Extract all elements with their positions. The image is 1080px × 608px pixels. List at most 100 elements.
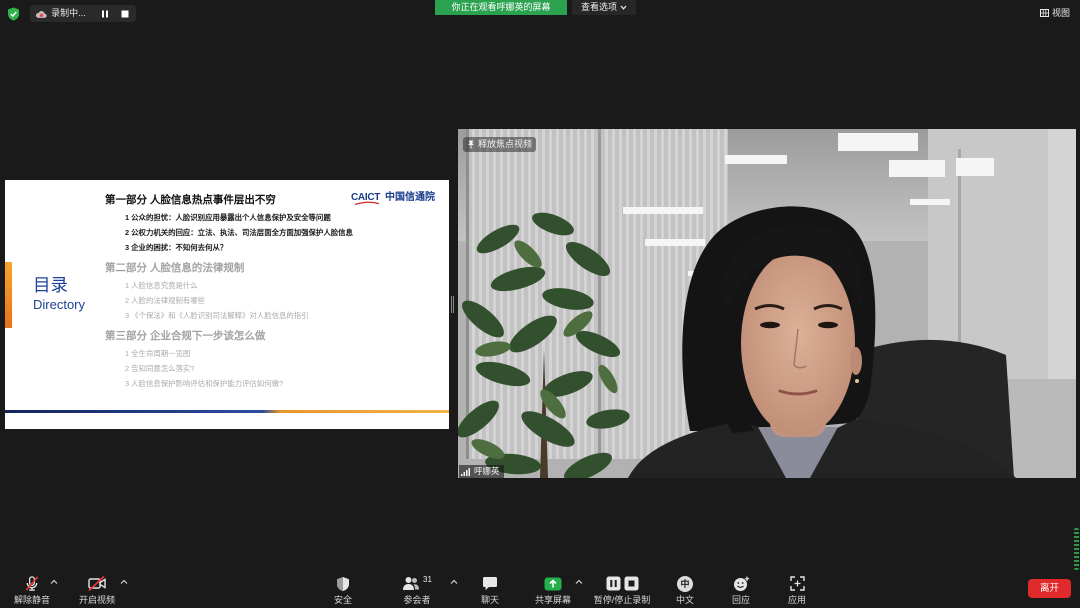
recording-label: 录制中... <box>51 8 86 18</box>
slide-section-item: 2 人脸的法律规制有哪些 <box>125 296 206 305</box>
slide-footer-stripe <box>5 410 449 413</box>
participant-video-feed <box>458 129 1076 478</box>
view-options-label: 查看选项 <box>580 2 617 12</box>
slide-accent-bar <box>5 262 12 328</box>
slide-section-item: 3 企业的困扰：不知何去何从？ <box>125 243 228 252</box>
security-icon-wrap <box>336 575 350 592</box>
slide-title-cn: 目录 <box>33 275 68 295</box>
splitter-line <box>451 296 452 313</box>
share-options-caret[interactable] <box>574 578 584 586</box>
language-icon-wrap: 中 <box>677 575 693 592</box>
participants-icon <box>403 577 420 590</box>
share-screen-label: 共享屏幕 <box>534 595 571 605</box>
chat-icon-wrap <box>482 575 498 592</box>
share-screen-button[interactable]: 共享屏幕 <box>528 568 578 608</box>
slide-section-item: 3 《个保法》和《人脸识别司法解释》对人脸信息的指引 <box>125 311 309 320</box>
participant-video-tile[interactable]: 释放焦点视频 呼娜英 <box>458 129 1076 478</box>
participants-label: 参会者 <box>403 595 431 605</box>
chevron-up-icon <box>120 579 128 584</box>
logo-name: 中国信通院 <box>385 192 435 203</box>
view-layout-button[interactable]: 视图 <box>1040 6 1070 20</box>
start-video-label: 开启视频 <box>78 595 115 605</box>
chevron-up-icon <box>50 579 58 584</box>
viewing-banner-text: 你正在观看呼娜英的屏幕 <box>451 2 551 12</box>
chat-bubble-icon <box>483 577 497 590</box>
pause-icon <box>101 10 108 17</box>
slide-section-item: 1 人脸信息究竟是什么 <box>125 281 198 290</box>
slide-section-item: 1 全生命周期一览图 <box>125 349 191 358</box>
pause-recording-button[interactable] <box>99 7 111 21</box>
stop-record-icon <box>624 576 638 591</box>
chevron-up-icon <box>450 579 458 584</box>
grid-view-icon <box>1040 9 1049 17</box>
apps-icon <box>789 576 805 591</box>
release-focus-video-button[interactable]: 释放焦点视频 <box>463 137 537 152</box>
stop-recording-button[interactable] <box>119 7 131 21</box>
security-button[interactable]: 安全 <box>323 568 363 608</box>
slide-section-heading: 第一部分 人脸信息热点事件层出不穷 <box>105 194 276 206</box>
recording-indicator: 录制中... <box>30 5 136 22</box>
participants-button[interactable]: 31 参会者 <box>393 568 441 608</box>
slide-section-item: 2 公权力机关的回应：立法、执法、司法层面全方面加强保护人脸信息 <box>125 228 353 237</box>
reaction-emoji-icon <box>733 576 749 591</box>
unmute-button[interactable]: 解除静音 <box>10 568 54 608</box>
view-options-button[interactable]: 查看选项 <box>572 0 636 15</box>
language-label: 中文 <box>675 595 694 605</box>
slide-section-item: 3 人脸信息保护影响评估和保护能力评估如何做? <box>125 379 284 388</box>
slide-title-en: Directory <box>33 297 86 312</box>
focus-label-text: 释放焦点视频 <box>478 139 533 149</box>
security-label: 安全 <box>333 595 352 605</box>
signal-bars-icon <box>461 467 470 476</box>
pause-stop-recording-label: 暂停/停止录制 <box>593 595 651 605</box>
record-icon-wrap <box>606 575 639 592</box>
language-button[interactable]: 中 中文 <box>665 568 705 608</box>
panel-splitter-handle[interactable] <box>450 296 455 313</box>
video-icon-wrap <box>87 575 107 592</box>
reactions-label: 回应 <box>731 595 750 605</box>
reactions-button[interactable]: 回应 <box>721 568 761 608</box>
participant-name-label: 呼娜英 <box>459 465 504 478</box>
apps-button[interactable]: 应用 <box>777 568 817 608</box>
viewing-screen-banner: 你正在观看呼娜英的屏幕 <box>435 0 567 15</box>
view-label: 视图 <box>1052 8 1071 18</box>
shield-icon <box>337 576 349 591</box>
leave-label: 离开 <box>1039 583 1059 594</box>
unmute-icon-wrap <box>23 575 41 592</box>
participants-icon-wrap: 31 <box>402 575 432 592</box>
chat-label: 聊天 <box>480 595 499 605</box>
microphone-muted-icon <box>25 576 39 591</box>
audio-options-caret[interactable] <box>49 578 59 586</box>
slide-section-item: 2 告知同意怎么落实? <box>125 364 195 373</box>
shield-check-icon <box>8 7 19 21</box>
video-off-icon <box>88 575 106 592</box>
unmute-label: 解除静音 <box>13 595 50 605</box>
leave-meeting-button[interactable]: 离开 <box>1028 579 1071 598</box>
splitter-line <box>453 296 454 313</box>
participants-options-caret[interactable] <box>449 578 459 586</box>
logo-swoosh-icon <box>354 201 380 206</box>
reactions-icon-wrap <box>733 575 750 592</box>
edge-scroll-strip[interactable] <box>1074 528 1079 570</box>
pin-icon <box>468 140 474 149</box>
slide-section-heading: 第二部分 人脸信息的法律规制 <box>105 262 245 274</box>
meeting-security-indicator[interactable] <box>7 7 21 21</box>
video-options-caret[interactable] <box>119 578 129 586</box>
chevron-down-icon <box>620 5 627 10</box>
share-screen-icon <box>544 577 562 590</box>
caict-logo: CAICT 中国信通院 <box>351 191 441 207</box>
slide-section-heading: 第三部分 企业合规下一步该怎么做 <box>105 330 266 342</box>
chevron-up-icon <box>575 579 583 584</box>
zoom-meeting-window: 录制中... 你正在观看呼娜英的屏幕 查看选项 视图 目录 Directory … <box>0 0 1080 608</box>
participant-count: 31 <box>423 575 432 584</box>
language-glyph: 中 <box>680 578 690 589</box>
stop-icon <box>121 10 129 17</box>
pause-record-icon <box>606 576 620 591</box>
start-video-button[interactable]: 开启视频 <box>75 568 119 608</box>
pause-stop-recording-button[interactable]: 暂停/停止录制 <box>590 568 654 608</box>
meeting-toolbar: 解除静音 开启视频 安全 31 参会者 聊天 共享屏幕 暂停/停止录制 中 中文… <box>0 568 1080 608</box>
chat-button[interactable]: 聊天 <box>470 568 510 608</box>
share-icon-wrap <box>544 575 562 592</box>
slide-section-item: 1 公众的担忧：人脸识别应用暴露出个人信息保护及安全等问题 <box>125 213 331 222</box>
language-icon: 中 <box>677 575 693 592</box>
apps-icon-wrap <box>789 575 805 592</box>
